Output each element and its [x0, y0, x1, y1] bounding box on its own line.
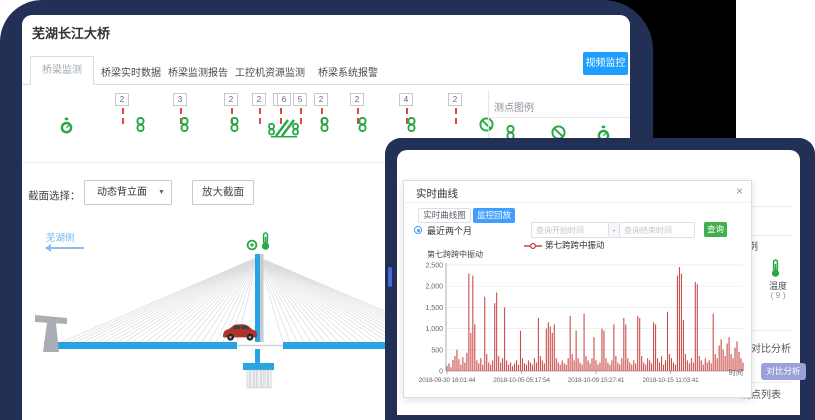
modal-header-divider [404, 202, 751, 203]
chain-icon[interactable] [135, 117, 146, 137]
compare-section-title: 对比分析 [751, 340, 791, 355]
sensor-count-badge: 2 [115, 93, 129, 106]
chart-legend[interactable]: 第七跨跨中振动 [524, 239, 644, 251]
svg-text:2018-10-05 05:17:54: 2018-10-05 05:17:54 [493, 377, 550, 384]
tab-1[interactable]: 桥梁实时数据 [101, 64, 161, 79]
chain-icon[interactable] [179, 117, 190, 137]
chain-icon[interactable] [319, 117, 330, 137]
chevron-down-icon: ▼ [158, 189, 165, 196]
legend-panel-title: 测点图例 [494, 99, 534, 114]
tab-monitor-playback[interactable]: 监控回放 [473, 208, 515, 223]
sensor-count-badge: 2 [224, 93, 238, 106]
svg-text:2018-10-09 15:27:41: 2018-10-09 15:27:41 [568, 377, 625, 384]
chain-icon[interactable] [406, 117, 417, 137]
screen: 芜湖长江大桥 桥梁监测桥梁实时数据桥梁监测报告工控机资源监测桥梁系统报警 视频监… [0, 0, 815, 420]
svg-text:2,500: 2,500 [425, 263, 443, 270]
close-icon[interactable]: × [736, 184, 743, 198]
sensor-dash-marker [455, 108, 457, 124]
noentry-icon[interactable] [479, 117, 494, 137]
sensor-count-badge: 2 [314, 93, 328, 106]
chain-icon[interactable] [229, 117, 240, 137]
sensor-count-badge: 2 [350, 93, 364, 106]
modal-title: 实时曲线 [416, 186, 458, 201]
legend-label: 第七跨跨中振动 [545, 240, 605, 250]
sensor-count-badge: 6 [277, 93, 291, 106]
bridge-icon[interactable] [267, 117, 301, 143]
sensor-dash-marker [259, 108, 261, 124]
video-monitor-button[interactable]: 视频监控 [583, 52, 628, 75]
svg-text:时间: 时间 [729, 368, 743, 377]
tab-2[interactable]: 桥梁监测报告 [168, 64, 228, 79]
query-end-time-input[interactable] [619, 222, 695, 238]
tab-realtime-curve[interactable]: 实时曲线图 [418, 208, 471, 223]
sensor-dash-marker [122, 108, 124, 124]
recent-two-months-radio[interactable] [414, 226, 422, 234]
date-range-separator: - [609, 222, 619, 238]
page-title: 芜湖长江大桥 [32, 23, 110, 42]
sensor-count-badge: 5 [293, 93, 307, 106]
query-start-time-input[interactable] [531, 222, 609, 238]
svg-text:0: 0 [439, 369, 443, 376]
bridge-diagram: 芜湖侧 [22, 218, 385, 420]
scrollbar-thumb[interactable] [388, 267, 392, 287]
legend-panel-underline [488, 117, 630, 118]
bridge-side-label: 芜湖侧 [46, 230, 75, 244]
query-button[interactable]: 查询 [704, 222, 727, 237]
tab-4[interactable]: 桥梁系统报警 [318, 64, 378, 79]
chain-icon[interactable] [357, 117, 368, 137]
left-arrow-icon [48, 247, 84, 249]
bridge-pier-image [34, 310, 70, 359]
car-image [220, 322, 260, 348]
svg-text:500: 500 [431, 347, 443, 354]
thermometer-icon[interactable] [259, 232, 272, 256]
vibration-chart[interactable]: 0 500 1,000 1,500 2,000 2,500 2018-09-30 16:01… [407, 257, 753, 387]
tab-0[interactable]: 桥梁监测 [30, 56, 94, 85]
enlarge-section-button[interactable]: 放大截面 [192, 180, 254, 205]
gauge-icon[interactable] [59, 117, 74, 140]
sensor-count-badge: 4 [399, 93, 413, 106]
tab-3[interactable]: 工控机资源监测 [235, 64, 305, 79]
svg-text:1,500: 1,500 [425, 305, 443, 312]
sensor-count-badge: 2 [252, 93, 266, 106]
compare-analysis-button[interactable]: 对比分析 [761, 363, 806, 380]
legend-marker-icon [524, 242, 542, 250]
sensor-count-badge: 3 [173, 93, 187, 106]
gauge-icon[interactable] [246, 238, 258, 256]
svg-text:2018-10-15 11:03:41: 2018-10-15 11:03:41 [642, 377, 699, 384]
temperature-count: ( 9 ) [763, 290, 793, 300]
svg-text:1,000: 1,000 [425, 326, 443, 333]
sensor-count-badge: 2 [448, 93, 462, 106]
sensor-dash-marker [300, 108, 302, 124]
section-select-label: 截面选择： [28, 188, 81, 203]
svg-text:2018-09-30 16:01:44: 2018-09-30 16:01:44 [419, 377, 476, 384]
svg-text:2,000: 2,000 [425, 284, 443, 291]
tab-row-divider [22, 84, 630, 85]
radio-label: 最近两个月 [427, 224, 472, 237]
realtime-curve-modal: 实时曲线 × 实时曲线图 监控回放 最近两个月 - 查询 第七跨跨中振动 第七跨… [403, 180, 752, 398]
